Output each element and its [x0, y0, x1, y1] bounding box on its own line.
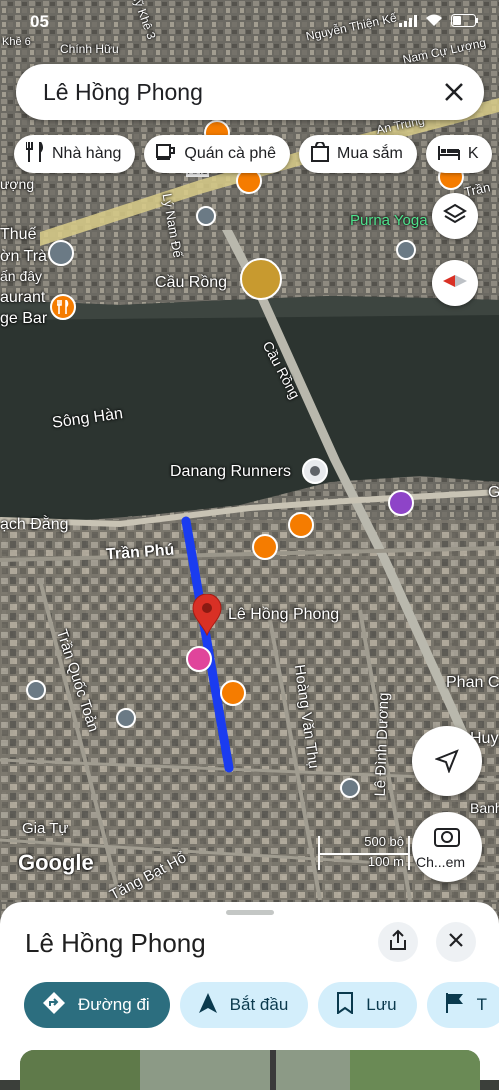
restaurant-icon[interactable] [220, 680, 246, 706]
coffee-icon [156, 143, 176, 166]
status-time: 05 [30, 12, 49, 31]
category-chips: Nhà hàng Quán cà phê Mua sắm K [14, 135, 493, 173]
map-label: Banh [470, 800, 499, 816]
google-logo: Google [18, 850, 94, 875]
place-photo[interactable] [20, 1050, 480, 1090]
directions-icon [42, 991, 66, 1020]
map-label: ạch Đằng [0, 516, 69, 533]
chip-coffee[interactable]: Quán cà phê [144, 135, 291, 173]
restaurant-icon[interactable] [50, 294, 76, 320]
signal-icon [399, 14, 417, 32]
search-bar[interactable]: Lê Hồng Phong [16, 64, 484, 120]
chip-shopping[interactable]: Mua sắm [299, 135, 417, 173]
transit-icon[interactable] [396, 240, 416, 260]
location-pin-icon[interactable] [192, 593, 222, 641]
map-label: Gia Tự [22, 820, 69, 837]
map-label: Phan C [446, 674, 499, 691]
chip-restaurants[interactable]: Nhà hàng [14, 135, 136, 173]
layers-button[interactable] [432, 193, 478, 239]
place-marker-icon[interactable] [302, 458, 328, 484]
save-label: Lưu [366, 995, 397, 1014]
navigation-arrow-icon [198, 992, 218, 1019]
transit-icon[interactable] [116, 708, 136, 728]
dragon-bridge-photo-icon[interactable] [240, 258, 282, 300]
transit-icon[interactable] [196, 206, 216, 226]
hotel-bed-icon [437, 144, 460, 165]
flag-label: T [476, 995, 487, 1014]
place-bottom-sheet: Lê Hồng Phong Đường đi Bắt đầu Lưu T [0, 902, 499, 1090]
close-icon[interactable] [440, 78, 468, 106]
street-view-button[interactable]: Ch...em [412, 812, 482, 882]
map-label: Khê 6 [2, 36, 31, 48]
museum-icon[interactable] [48, 240, 74, 266]
shopping-bag-icon [311, 140, 330, 167]
wifi-icon [425, 14, 443, 32]
flag-icon [445, 992, 465, 1019]
save-button[interactable]: Lưu [318, 982, 417, 1028]
start-button[interactable]: Bắt đầu [179, 982, 309, 1028]
chip-label: Nhà hàng [52, 145, 122, 162]
transit-icon[interactable] [340, 778, 360, 798]
restaurant-icon[interactable] [252, 534, 278, 560]
compass-icon [442, 273, 468, 294]
scale-label-bottom: 100 m [367, 854, 404, 869]
map-label: ge Bar [0, 310, 48, 327]
map-label: ượng [0, 176, 35, 192]
map-label: Lê Hồng Phong [228, 606, 340, 623]
battery-icon [451, 14, 479, 32]
my-location-button[interactable] [412, 726, 482, 796]
map-label: ờn Trà [0, 248, 47, 265]
map-label: G [488, 484, 499, 501]
chip-label: Quán cà phê [184, 145, 277, 162]
map-label: Cầu Rồng [155, 274, 228, 291]
share-button[interactable] [378, 922, 418, 962]
layers-icon [443, 202, 467, 231]
chip-label: Mua sắm [337, 145, 403, 162]
hotel-icon[interactable] [186, 646, 212, 672]
camera-icon [434, 825, 460, 852]
navigation-arrow-icon [434, 749, 459, 778]
flag-button[interactable]: T [426, 982, 499, 1028]
map-label: Purna Yoga [350, 212, 428, 229]
street-view-label: Ch...em [416, 854, 466, 870]
scale-bar: 500 bộ 100 m [318, 834, 410, 870]
start-label: Bắt đầu [229, 995, 289, 1014]
restaurant-icon[interactable] [288, 512, 314, 538]
search-query[interactable]: Lê Hồng Phong [43, 79, 203, 106]
action-buttons: Đường đi Bắt đầu Lưu T [24, 982, 499, 1028]
compass-button[interactable] [432, 260, 478, 306]
map-label: Danang Runners [170, 463, 291, 480]
landmark-icon[interactable] [388, 490, 414, 516]
status-bar: 05 [0, 0, 499, 44]
transit-icon[interactable] [26, 680, 46, 700]
map-label: Thuế [0, 226, 37, 243]
place-title: Lê Hồng Phong [25, 928, 206, 958]
map-label: aurant [0, 289, 46, 306]
close-icon [448, 932, 464, 953]
map-label: Lê Đình Dương [371, 692, 393, 797]
share-icon [388, 929, 408, 956]
scale-label-top: 500 bộ [364, 834, 404, 849]
close-sheet-button[interactable] [436, 922, 476, 962]
sheet-drag-handle[interactable] [226, 910, 274, 915]
directions-label: Đường đi [78, 995, 150, 1014]
map-label: ấn đây [0, 268, 43, 284]
bookmark-icon [336, 991, 354, 1019]
chip-hotels[interactable]: K [425, 135, 493, 173]
status-icons [399, 14, 479, 32]
directions-button[interactable]: Đường đi [24, 982, 170, 1028]
restaurant-icon [25, 140, 44, 167]
chip-label: K [467, 145, 479, 162]
map-label: Chính Hữu [60, 42, 119, 56]
